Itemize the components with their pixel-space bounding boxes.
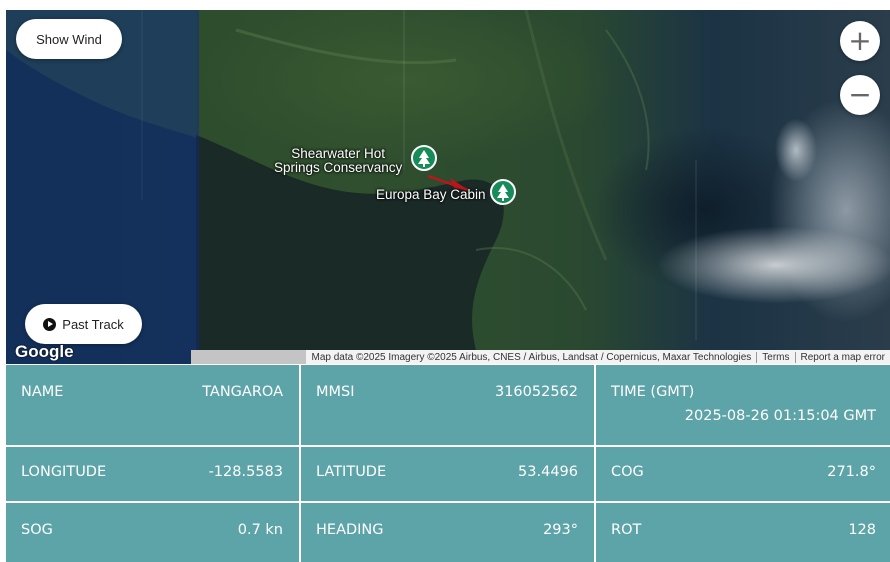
sog-value: 0.7 kn xyxy=(237,522,283,538)
rot-label: ROT xyxy=(611,522,642,538)
cog-cell: COG 271.8° xyxy=(596,447,890,501)
mmsi-label: MMSI xyxy=(316,384,355,400)
name-value: TANGAROA xyxy=(202,384,283,400)
name-cell: NAME TANGAROA xyxy=(6,365,299,445)
vessel-info-table: NAME TANGAROA MMSI 316052562 TIME (GMT) … xyxy=(6,365,890,562)
latitude-value: 53.4496 xyxy=(518,464,578,480)
rot-value: 128 xyxy=(848,522,876,538)
sog-cell: SOG 0.7 kn xyxy=(6,503,299,562)
cog-value: 271.8° xyxy=(827,464,876,480)
google-logo: Google xyxy=(15,342,74,361)
map-data-attribution: Map data ©2025 Imagery ©2025 Airbus, CNE… xyxy=(311,351,752,363)
mmsi-value: 316052562 xyxy=(494,384,578,400)
sog-label: SOG xyxy=(21,522,53,538)
report-map-error-link[interactable]: Report a map error xyxy=(796,352,890,363)
latitude-label: LATITUDE xyxy=(316,464,387,480)
heading-label: HEADING xyxy=(316,522,384,538)
past-track-label: Past Track xyxy=(62,316,124,332)
time-label: TIME (GMT) xyxy=(611,384,695,400)
play-icon xyxy=(43,317,57,331)
latitude-cell: LATITUDE 53.4496 xyxy=(301,447,594,501)
name-label: NAME xyxy=(21,384,64,400)
terms-link[interactable]: Terms xyxy=(757,352,794,363)
longitude-label: LONGITUDE xyxy=(21,464,107,480)
past-track-button[interactable]: Past Track xyxy=(25,304,142,344)
longitude-value: -128.5583 xyxy=(208,464,283,480)
place-label-europa[interactable]: Europa Bay Cabin xyxy=(376,188,486,202)
zoom-out-button[interactable]: − xyxy=(840,75,880,115)
time-value: 2025-08-26 01:15:04 GMT xyxy=(684,408,876,424)
longitude-cell: LONGITUDE -128.5583 xyxy=(6,447,299,501)
satellite-map[interactable]: Shearwater Hot Springs Conservancy Europ… xyxy=(6,10,890,364)
tree-marker-icon[interactable] xyxy=(411,145,437,177)
mmsi-cell: MMSI 316052562 xyxy=(301,365,594,445)
time-cell: TIME (GMT) 2025-08-26 01:15:04 GMT xyxy=(596,365,890,445)
rot-cell: ROT 128 xyxy=(596,503,890,562)
zoom-in-button[interactable]: + xyxy=(840,21,880,61)
place-label-shearwater[interactable]: Shearwater Hot Springs Conservancy xyxy=(274,147,402,175)
heading-cell: HEADING 293° xyxy=(301,503,594,562)
heading-value: 293° xyxy=(543,522,578,538)
tree-marker-icon[interactable] xyxy=(490,179,516,211)
map-attribution-bar: Map data ©2025 Imagery ©2025 Airbus, CNE… xyxy=(191,350,890,364)
show-wind-button[interactable]: Show Wind xyxy=(16,19,122,59)
cog-label: COG xyxy=(611,464,644,480)
